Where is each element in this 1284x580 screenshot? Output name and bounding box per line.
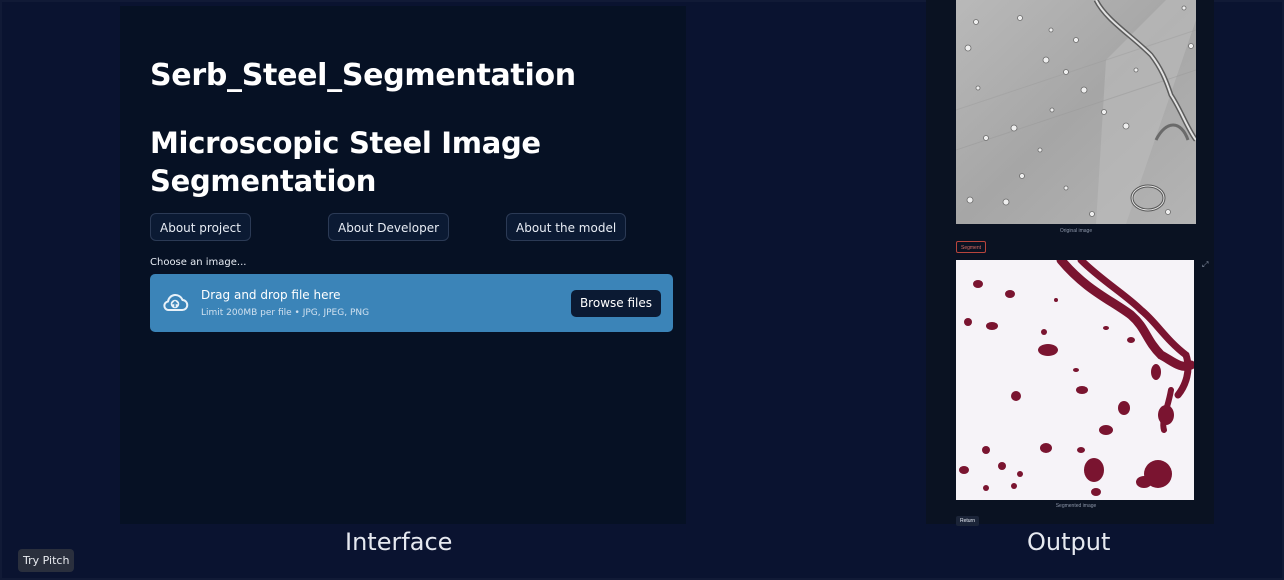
original-image-caption: Original image [1059, 228, 1093, 234]
file-dropzone[interactable]: Drag and drop file here Limit 200MB per … [150, 274, 673, 332]
fullscreen-icon[interactable]: ⤢ [1202, 260, 1208, 270]
interface-caption: Interface [345, 528, 453, 556]
browse-files-button[interactable]: Browse files [570, 290, 661, 317]
page-subtitle: Microscopic Steel Image Segmentation [150, 126, 541, 198]
dropzone-limit-text: Limit 200MB per file • JPG, JPEG, PNG [201, 308, 370, 318]
output-caption: Output [1027, 528, 1111, 556]
interface-panel: Serb_Steel_Segmentation Microscopic Stee… [120, 6, 686, 524]
try-pitch-button[interactable]: Try Pitch [18, 549, 75, 572]
app-title: Serb_Steel_Segmentation [150, 58, 576, 93]
output-panel: Original image Segment ⤢ Segmented image… [926, 0, 1214, 526]
cloud-upload-icon [163, 294, 189, 311]
about-developer-button[interactable]: About Developer [328, 213, 450, 241]
dropzone-title: Drag and drop file here [201, 288, 341, 302]
file-uploader-label: Choose an image... [150, 257, 247, 268]
original-image [956, 0, 1196, 224]
segmented-image [956, 260, 1194, 500]
about-model-button[interactable]: About the model [506, 213, 627, 241]
return-button[interactable]: Return [956, 516, 980, 526]
segmented-image-caption: Segmented image [1055, 503, 1097, 509]
segment-button[interactable]: Segment [956, 241, 987, 253]
about-project-button[interactable]: About project [150, 213, 251, 241]
